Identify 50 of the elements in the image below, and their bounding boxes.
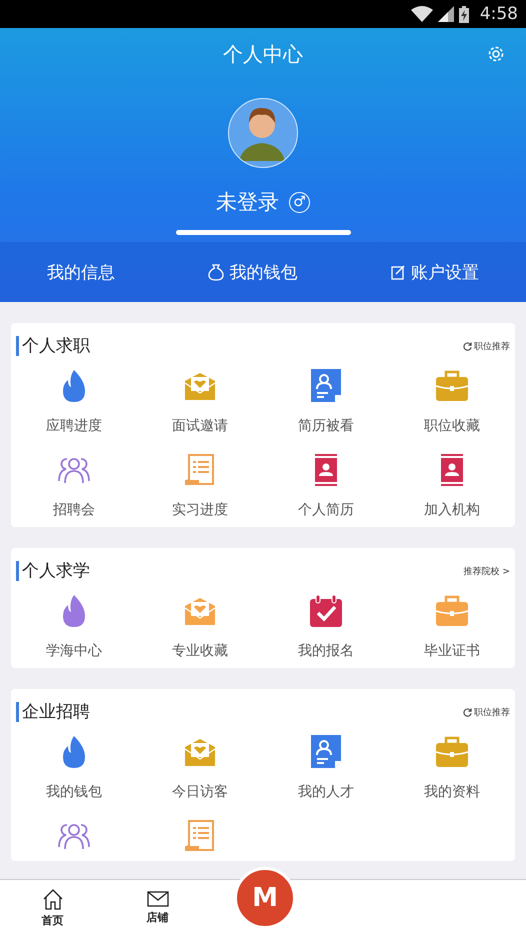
menu-item-label[interactable]: 我的钱包 bbox=[46, 783, 102, 801]
briefcase-icon[interactable] bbox=[435, 369, 469, 403]
resume-icon[interactable] bbox=[309, 735, 343, 769]
moneybag-icon bbox=[208, 264, 224, 280]
quick-link[interactable]: 我的信息 bbox=[46, 260, 115, 284]
home-icon[interactable] bbox=[42, 888, 64, 910]
refresh-icon bbox=[463, 708, 472, 716]
settings-icon[interactable] bbox=[486, 44, 506, 64]
nav-label[interactable]: 店铺 bbox=[146, 910, 168, 924]
scroll-icon[interactable] bbox=[183, 453, 217, 487]
status-time: 4:58 bbox=[480, 4, 518, 24]
menu-item-label[interactable]: 招聘会 bbox=[53, 501, 95, 519]
resume-icon[interactable] bbox=[309, 369, 343, 403]
calendar-icon[interactable] bbox=[309, 594, 343, 628]
quick-link[interactable]: 账户设置 bbox=[391, 260, 480, 284]
page-title: 个人中心 bbox=[223, 40, 303, 68]
menu-item-label[interactable]: 实习进度 bbox=[172, 501, 228, 519]
section-link[interactable]: 职位推荐 bbox=[463, 706, 510, 718]
briefcase-icon[interactable] bbox=[435, 735, 469, 769]
menu-item-label[interactable]: 简历被看 bbox=[298, 417, 354, 435]
section-title: 个人求职 bbox=[16, 336, 90, 356]
menu-item-label[interactable]: 应聘进度 bbox=[46, 417, 102, 435]
section-title: 个人求学 bbox=[16, 561, 90, 581]
briefcase-icon[interactable] bbox=[435, 594, 469, 628]
menu-item-label[interactable]: 我的人才 bbox=[298, 783, 354, 801]
refresh-icon bbox=[463, 342, 472, 350]
menu-item-label[interactable]: 面试邀请 bbox=[172, 417, 228, 435]
menu-item-label[interactable]: 专业收藏 bbox=[172, 642, 228, 660]
menu-item-label[interactable]: 个人简历 bbox=[298, 501, 354, 519]
section-link[interactable]: 职位推荐 bbox=[463, 340, 510, 352]
wifi-icon bbox=[410, 6, 433, 22]
menu-item-label[interactable]: 我的报名 bbox=[298, 642, 354, 660]
quick-link[interactable]: 我的钱包 bbox=[208, 260, 298, 284]
nav-label[interactable]: 首页 bbox=[42, 912, 64, 928]
mail-icon[interactable] bbox=[146, 890, 168, 906]
menu-item-label[interactable]: 毕业证书 bbox=[424, 642, 480, 660]
center-action-button[interactable]: M bbox=[234, 867, 296, 929]
section-link[interactable]: 推荐院校 > bbox=[464, 564, 510, 578]
menu-item-label[interactable]: 学海中心 bbox=[46, 642, 102, 660]
user-name: 未登录 bbox=[216, 189, 279, 216]
scroll-icon[interactable] bbox=[183, 819, 217, 853]
section-title: 企业招聘 bbox=[16, 702, 90, 722]
menu-item-label[interactable]: 职位收藏 bbox=[424, 417, 480, 435]
signal-icon bbox=[438, 6, 454, 22]
menu-item-label[interactable]: 今日访客 bbox=[172, 783, 228, 801]
menu-item-label[interactable]: 加入机构 bbox=[424, 501, 480, 519]
battery-icon bbox=[458, 6, 469, 22]
menu-item-label[interactable]: 我的资料 bbox=[424, 783, 480, 801]
edit-icon bbox=[391, 264, 406, 280]
gender-badge: ♂ bbox=[289, 192, 310, 212]
